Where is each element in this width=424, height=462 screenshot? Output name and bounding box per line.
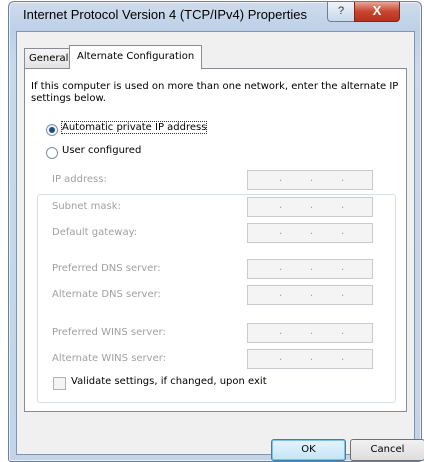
automatic-ip-radio[interactable] <box>46 124 58 136</box>
preferred-dns-label: Preferred DNS server: <box>52 263 161 274</box>
preferred-dns-value: ... <box>279 262 345 273</box>
tab-alternate-configuration[interactable]: Alternate Configuration <box>69 45 203 69</box>
help-button[interactable]: ? <box>327 2 355 22</box>
alternate-wins-label: Alternate WINS server: <box>52 353 167 364</box>
validate-checkbox[interactable] <box>53 377 66 390</box>
subnet-mask-input[interactable]: ... <box>247 197 373 217</box>
user-configured-label[interactable]: User configured <box>62 145 146 156</box>
subnet-mask-label: Subnet mask: <box>52 201 121 212</box>
preferred-dns-input[interactable]: ... <box>247 259 373 279</box>
ok-button[interactable]: OK <box>271 439 346 461</box>
tab-panel: If this computer is used on more than on… <box>24 68 407 412</box>
screen: Internet Protocol Version 4 (TCP/IPv4) P… <box>0 0 424 462</box>
preferred-wins-value: ... <box>279 326 345 337</box>
preferred-wins-input[interactable]: ... <box>247 323 373 343</box>
description-text: If this computer is used on more than on… <box>31 81 399 104</box>
window-title: Internet Protocol Version 4 (TCP/IPv4) P… <box>23 7 307 22</box>
alternate-wins-value: ... <box>279 352 345 363</box>
default-gateway-label: Default gateway: <box>52 227 138 238</box>
tab-general[interactable]: General <box>24 48 74 68</box>
ip-address-input[interactable]: ... <box>247 170 373 190</box>
preferred-wins-label: Preferred WINS server: <box>52 327 166 338</box>
subnet-mask-value: ... <box>279 200 345 211</box>
cancel-button[interactable]: Cancel <box>350 439 424 461</box>
alternate-wins-input[interactable]: ... <box>247 349 373 369</box>
default-gateway-value: ... <box>279 226 345 237</box>
default-gateway-input[interactable]: ... <box>247 223 373 243</box>
close-button[interactable]: X <box>354 2 400 22</box>
alternate-dns-value: ... <box>279 288 345 299</box>
properties-dialog: Internet Protocol Version 4 (TCP/IPv4) P… <box>8 1 424 462</box>
ip-address-value: ... <box>279 173 345 184</box>
alternate-dns-label: Alternate DNS server: <box>52 289 161 300</box>
ip-address-label: IP address: <box>52 174 107 185</box>
user-configured-radio[interactable] <box>46 147 58 159</box>
dialog-client-area: General Alternate Configuration If this … <box>16 31 424 461</box>
validate-label[interactable]: Validate settings, if changed, upon exit <box>71 376 267 387</box>
automatic-ip-label[interactable]: Automatic private IP address <box>60 121 208 134</box>
alternate-dns-input[interactable]: ... <box>247 285 373 305</box>
